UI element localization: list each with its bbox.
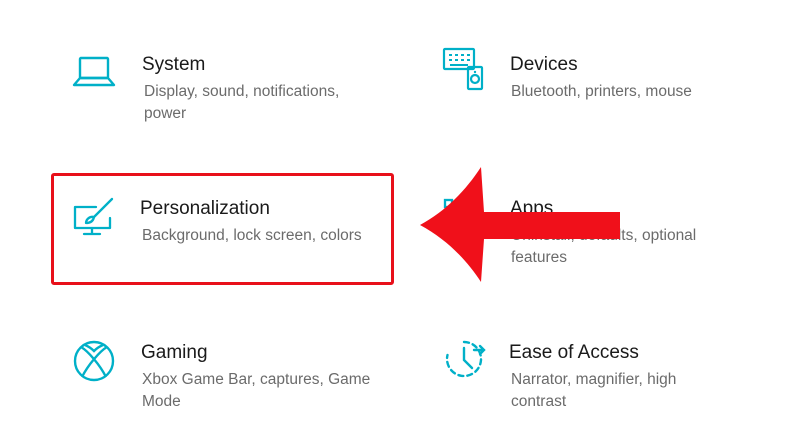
laptop-icon bbox=[72, 52, 116, 96]
ease-of-access-icon bbox=[442, 338, 486, 382]
settings-tile-system[interactable]: System Display, sound, notifications, po… bbox=[52, 52, 372, 132]
xbox-icon bbox=[72, 339, 116, 383]
tile-description: Uninstall, defaults, optional features bbox=[511, 227, 697, 266]
settings-tile-devices[interactable]: Devices Bluetooth, printers, mouse bbox=[420, 47, 740, 132]
tile-title: Apps bbox=[510, 198, 554, 219]
tile-description: Xbox Game Bar, captures, Game Mode bbox=[142, 371, 371, 410]
tile-title: Ease of Access bbox=[509, 342, 639, 363]
tile-description: Narrator, magnifier, high contrast bbox=[511, 371, 677, 410]
tile-title: Gaming bbox=[141, 342, 208, 363]
settings-tile-gaming[interactable]: Gaming Xbox Game Bar, captures, Game Mod… bbox=[52, 340, 372, 420]
settings-tile-apps[interactable]: Apps Uninstall, defaults, optional featu… bbox=[420, 196, 740, 276]
apps-list-icon bbox=[442, 196, 486, 240]
tile-title: System bbox=[142, 54, 206, 75]
highlight-box bbox=[51, 173, 394, 285]
keyboard-speaker-icon bbox=[442, 47, 486, 91]
tile-description: Display, sound, notifications, power bbox=[144, 83, 340, 122]
tile-title: Devices bbox=[510, 54, 578, 75]
tile-description: Bluetooth, printers, mouse bbox=[511, 83, 692, 100]
settings-tile-ease-of-access[interactable]: Ease of Access Narrator, magnifier, high… bbox=[420, 340, 740, 420]
